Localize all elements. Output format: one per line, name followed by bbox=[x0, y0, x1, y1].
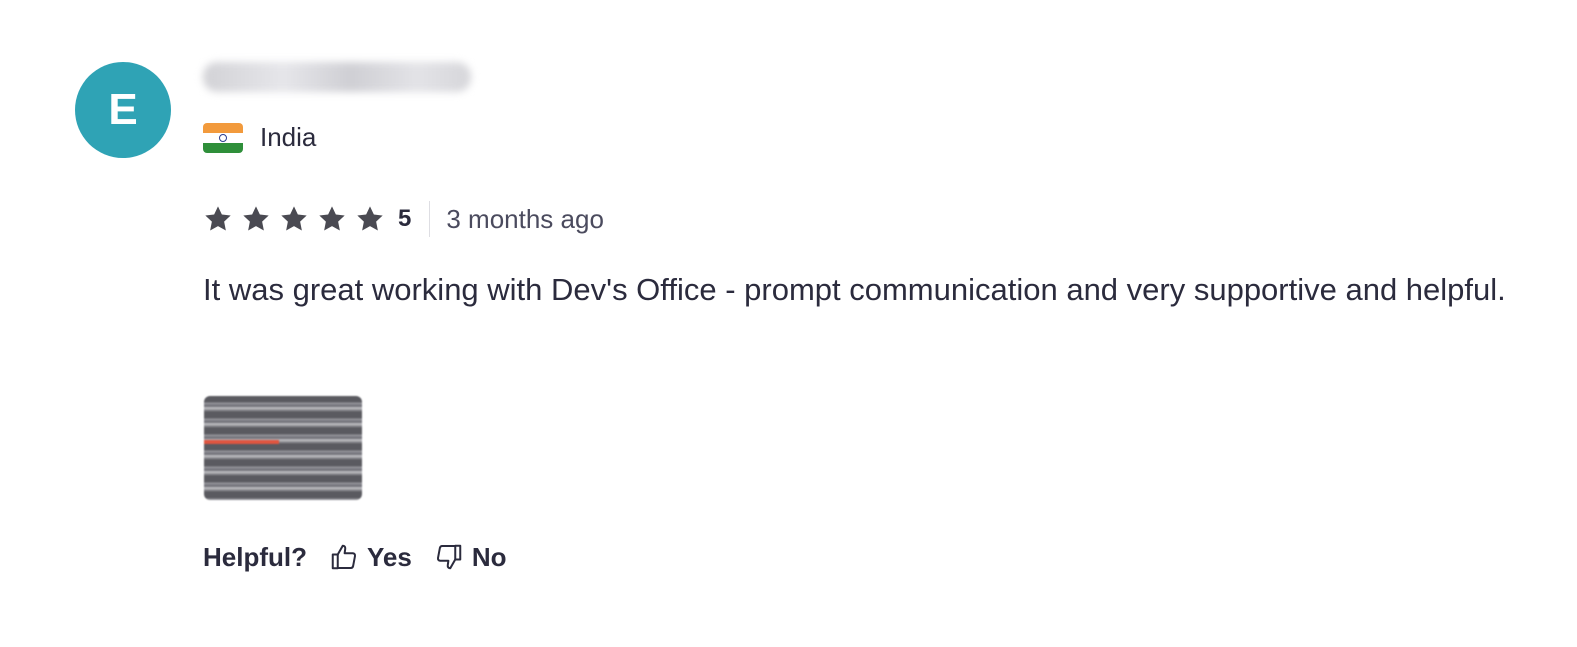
yes-label: Yes bbox=[367, 541, 412, 572]
username-blurred bbox=[203, 62, 471, 92]
india-flag-icon bbox=[203, 122, 243, 153]
country-name: India bbox=[260, 122, 317, 152]
star-rating bbox=[202, 203, 386, 235]
star-icon bbox=[243, 206, 269, 231]
helpful-label: Helpful? bbox=[203, 541, 307, 572]
review-time: 3 months ago bbox=[446, 203, 604, 234]
avatar-initial: E bbox=[108, 85, 138, 134]
no-label: No bbox=[471, 541, 507, 572]
thumbs-up-icon bbox=[331, 544, 357, 570]
review-text: It was great working with Dev's Office -… bbox=[203, 272, 1506, 307]
rating-value: 5 bbox=[398, 205, 412, 232]
star-icon bbox=[205, 206, 231, 231]
rating-row: 5 3 months ago bbox=[202, 200, 604, 238]
thumbs-down-icon bbox=[436, 544, 462, 570]
star-icon bbox=[357, 206, 383, 231]
review-attachment-thumbnail[interactable] bbox=[204, 396, 362, 500]
avatar: E bbox=[75, 62, 171, 158]
star-icon bbox=[319, 206, 345, 231]
reviewer-country: India bbox=[203, 122, 316, 153]
star-icon bbox=[281, 206, 307, 231]
divider bbox=[429, 201, 431, 237]
helpful-row: Helpful? Yes No bbox=[203, 538, 529, 576]
helpful-yes-button[interactable]: Yes bbox=[329, 542, 412, 573]
helpful-no-button[interactable]: No bbox=[434, 542, 507, 573]
